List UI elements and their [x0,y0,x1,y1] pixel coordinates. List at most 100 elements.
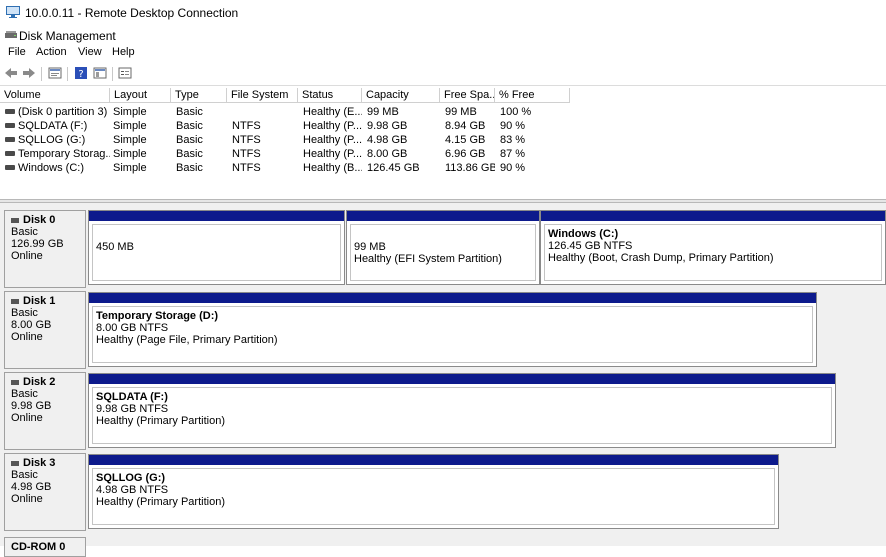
menu-help[interactable]: Help [112,46,135,58]
rdp-window-title: 10.0.0.11 - Remote Desktop Connection [25,6,239,20]
cell-capacity: 8.00 GB [367,148,408,160]
cell-file-system: NTFS [232,120,261,132]
column-header-volume[interactable]: Volume [0,88,110,103]
cell-free-space: 4.15 GB [445,134,486,146]
partition-name: SQLDATA (F:) [96,391,168,403]
cell-status: Healthy (P... [303,148,362,160]
toolbar-separator [41,67,42,81]
disk-graph-view: Disk 0 Basic 126.99 GB Online 450 MB 99 … [0,203,886,557]
column-header-layout[interactable]: Layout [110,88,171,103]
disk-1-label[interactable]: Disk 1 Basic 8.00 GB Online [4,291,86,369]
forward-icon[interactable] [22,66,36,82]
cell-type: Basic [176,148,203,160]
partition-disk0-1[interactable]: 450 MB [88,210,345,285]
disk-name: Disk 3 [23,457,56,469]
disk-state: Online [11,493,43,505]
cell-status: Healthy (P... [303,120,362,132]
cdrom-name: CD-ROM 0 [11,541,66,553]
disk-icon [11,217,19,223]
column-header-status[interactable]: Status [298,88,362,103]
cell-capacity: 4.98 GB [367,134,408,146]
toolbar-separator [67,67,68,81]
cell-percent-free: 90 % [500,162,526,174]
svg-text:?: ? [78,69,83,80]
disk-icon [11,379,19,385]
cell-capacity: 9.98 GB [367,120,408,132]
volume-icon [5,137,15,142]
column-header-type[interactable]: Type [171,88,227,103]
cell-percent-free: 90 % [500,120,526,132]
partition-temporary-storage-d[interactable]: Temporary Storage (D:) 8.00 GB NTFS Heal… [88,292,817,367]
menu-bar: File Action View Help [0,46,886,62]
menu-view[interactable]: View [78,46,102,58]
cell-file-system: NTFS [232,162,261,174]
table-row[interactable]: Temporary Storag... Simple Basic NTFS He… [0,147,886,161]
table-row[interactable]: Windows (C:) Simple Basic NTFS Healthy (… [0,161,886,175]
cell-type: Basic [176,162,203,174]
cdrom-0-label[interactable]: CD-ROM 0 [4,537,86,557]
cell-volume: SQLDATA (F:) [18,120,88,132]
partition-name: Temporary Storage (D:) [96,310,219,322]
partition-detail: 126.45 GB NTFS [548,240,633,252]
menu-action[interactable]: Action [36,46,67,58]
disk-size: 126.99 GB [11,238,64,250]
table-row[interactable]: SQLDATA (F:) Simple Basic NTFS Healthy (… [0,119,886,133]
partition-detail: 9.98 GB NTFS [96,403,169,415]
rdp-title-bar: 10.0.0.11 - Remote Desktop Connection [0,0,886,26]
partition-band [89,455,778,465]
volume-icon [5,151,15,156]
partition-windows-c[interactable]: Windows (C:) 126.45 GB NTFS Healthy (Boo… [540,210,886,285]
volume-icon [5,109,15,114]
console-icon[interactable] [93,66,107,82]
disk-3-label[interactable]: Disk 3 Basic 4.98 GB Online [4,453,86,531]
properties-icon[interactable] [48,66,62,82]
cell-type: Basic [176,134,203,146]
column-header-free-space[interactable]: Free Spa... [440,88,495,103]
console-tree-icon[interactable] [118,66,132,82]
disk-name: Disk 1 [23,295,56,307]
table-row[interactable]: (Disk 0 partition 3) Simple Basic Health… [0,105,886,119]
partition-name: Windows (C:) [548,228,619,240]
cell-capacity: 99 MB [367,106,399,118]
disk-size: 9.98 GB [11,400,52,412]
disk-state: Online [11,250,43,262]
partition-sqldata-f[interactable]: SQLDATA (F:) 9.98 GB NTFS Healthy (Prima… [88,373,836,448]
partition-band [347,211,539,221]
cell-layout: Simple [113,120,147,132]
cell-free-space: 99 MB [445,106,477,118]
partition-band [89,211,344,221]
disk-size: 8.00 GB [11,319,52,331]
cell-volume: SQLLOG (G:) [18,134,86,146]
column-header-capacity[interactable]: Capacity [362,88,440,103]
disk-state: Online [11,412,43,424]
disk-management-icon [4,29,18,41]
menu-file[interactable]: File [8,46,26,58]
partition-disk0-2[interactable]: 99 MB Healthy (EFI System Partition) [346,210,540,285]
partition-status: Healthy (Primary Partition) [96,415,225,427]
column-header-file-system[interactable]: File System [227,88,298,103]
disk-2-label[interactable]: Disk 2 Basic 9.98 GB Online [4,372,86,450]
partition-status: Healthy (EFI System Partition) [354,253,502,265]
column-header-percent-free[interactable]: % Free [495,88,570,103]
cell-volume: (Disk 0 partition 3) [18,106,108,118]
disk-type: Basic [11,469,38,481]
cell-layout: Simple [113,134,147,146]
disk-icon [11,460,19,466]
partition-detail: 4.98 GB NTFS [96,484,169,496]
back-icon[interactable] [4,66,18,82]
partition-band [541,211,885,221]
disk-type: Basic [11,226,38,238]
cell-percent-free: 100 % [500,106,532,118]
disk-state: Online [11,331,43,343]
table-row[interactable]: SQLLOG (G:) Simple Basic NTFS Healthy (P… [0,133,886,147]
cell-type: Basic [176,106,203,118]
disk-0-label[interactable]: Disk 0 Basic 126.99 GB Online [4,210,86,288]
partition-sqllog-g[interactable]: SQLLOG (G:) 4.98 GB NTFS Healthy (Primar… [88,454,779,529]
cell-status: Healthy (B... [303,162,362,174]
disk-name: Disk 2 [23,376,56,388]
help-icon[interactable]: ? [74,66,88,82]
disk-size: 4.98 GB [11,481,52,493]
cell-free-space: 8.94 GB [445,120,486,132]
partition-name: SQLLOG (G:) [96,472,166,484]
cell-percent-free: 83 % [500,134,526,146]
